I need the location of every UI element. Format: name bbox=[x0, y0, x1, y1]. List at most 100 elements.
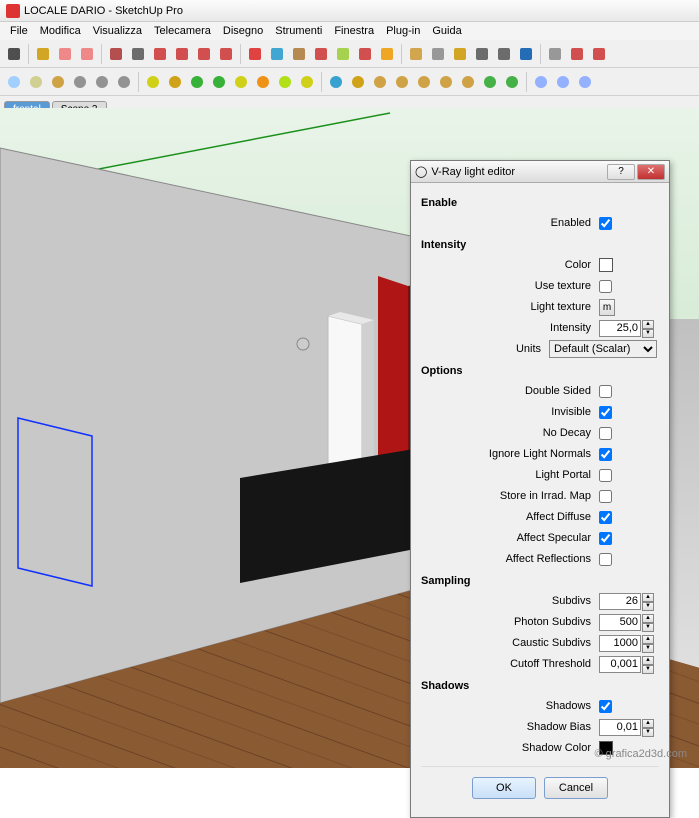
select-icon[interactable] bbox=[4, 44, 24, 64]
window-title: LOCALE DARIO - SketchUp Pro bbox=[24, 5, 183, 17]
hat-icon[interactable] bbox=[392, 72, 412, 92]
rt-icon[interactable] bbox=[209, 72, 229, 92]
help-button[interactable]: ? bbox=[607, 164, 635, 180]
axes-icon[interactable] bbox=[406, 44, 426, 64]
move-icon[interactable] bbox=[245, 44, 265, 64]
hat-icon[interactable] bbox=[370, 72, 390, 92]
followme-icon[interactable] bbox=[355, 44, 375, 64]
cutoff-spinner[interactable]: ▲▼ bbox=[642, 656, 654, 673]
units-select[interactable]: Default (Scalar) bbox=[549, 340, 657, 358]
section-shadows: Shadows bbox=[421, 680, 659, 692]
dialog-titlebar[interactable]: ◯ V-Ray light editor ? ✕ bbox=[411, 161, 669, 183]
menu-plugin[interactable]: Plug-in bbox=[380, 23, 426, 39]
use-texture-checkbox[interactable] bbox=[599, 280, 612, 293]
enabled-checkbox[interactable] bbox=[599, 217, 612, 230]
tape-icon[interactable] bbox=[428, 44, 448, 64]
eraser-icon[interactable] bbox=[55, 44, 75, 64]
scale-icon[interactable] bbox=[289, 44, 309, 64]
plugin-icon[interactable] bbox=[589, 44, 609, 64]
rotate-icon[interactable] bbox=[267, 44, 287, 64]
toolbar-secondary bbox=[0, 68, 699, 96]
freehand-icon[interactable] bbox=[216, 44, 236, 64]
walk-icon[interactable] bbox=[516, 44, 536, 64]
line-icon[interactable] bbox=[128, 44, 148, 64]
shadow-bias-spinner[interactable]: ▲▼ bbox=[642, 719, 654, 736]
cutoff-threshold-input[interactable] bbox=[599, 656, 641, 673]
menu-strumenti[interactable]: Strumenti bbox=[269, 23, 328, 39]
menu-visualizza[interactable]: Visualizza bbox=[87, 23, 148, 39]
r-icon[interactable] bbox=[187, 72, 207, 92]
arc-icon[interactable] bbox=[172, 44, 192, 64]
m-icon[interactable] bbox=[165, 72, 185, 92]
color-label: Color bbox=[421, 259, 599, 271]
front-icon[interactable] bbox=[553, 72, 573, 92]
undo-icon[interactable] bbox=[92, 72, 112, 92]
text3d-icon[interactable] bbox=[494, 44, 514, 64]
shadow-bias-label: Shadow Bias bbox=[421, 721, 599, 733]
plugin-icon[interactable] bbox=[567, 44, 587, 64]
menu-finestra[interactable]: Finestra bbox=[328, 23, 380, 39]
arrow-icon[interactable] bbox=[326, 72, 346, 92]
menu-modifica[interactable]: Modifica bbox=[34, 23, 87, 39]
open-icon[interactable] bbox=[26, 72, 46, 92]
hat-icon[interactable] bbox=[436, 72, 456, 92]
arc2-icon[interactable] bbox=[194, 44, 214, 64]
subdivs-input[interactable] bbox=[599, 593, 641, 610]
photon-spinner[interactable]: ▲▼ bbox=[642, 614, 654, 631]
cancel-button[interactable]: Cancel bbox=[544, 777, 608, 799]
pencil-icon[interactable] bbox=[106, 44, 126, 64]
sphere-y-icon[interactable] bbox=[297, 72, 317, 92]
dimension-icon[interactable] bbox=[450, 44, 470, 64]
affect-diffuse-checkbox[interactable] bbox=[599, 511, 612, 524]
xray-icon[interactable] bbox=[348, 72, 368, 92]
shadow-color-label: Shadow Color bbox=[421, 742, 599, 754]
hat-icon[interactable] bbox=[414, 72, 434, 92]
store-irrad-checkbox[interactable] bbox=[599, 490, 612, 503]
no-decay-checkbox[interactable] bbox=[599, 427, 612, 440]
home-icon[interactable] bbox=[70, 72, 90, 92]
subdivs-spinner[interactable]: ▲▼ bbox=[642, 593, 654, 610]
ok-button[interactable]: OK bbox=[472, 777, 536, 799]
color-swatch[interactable] bbox=[599, 258, 613, 272]
light-portal-checkbox[interactable] bbox=[599, 469, 612, 482]
tree-icon[interactable] bbox=[502, 72, 522, 92]
top-icon[interactable] bbox=[575, 72, 595, 92]
redo-icon[interactable] bbox=[114, 72, 134, 92]
section-icon[interactable] bbox=[377, 44, 397, 64]
menu-guida[interactable]: Guida bbox=[426, 23, 467, 39]
affect-reflections-checkbox[interactable] bbox=[599, 553, 612, 566]
intensity-label: Intensity bbox=[421, 322, 599, 334]
menu-disegno[interactable]: Disegno bbox=[217, 23, 269, 39]
sphere-o-icon[interactable] bbox=[253, 72, 273, 92]
offset-icon[interactable] bbox=[311, 44, 331, 64]
intensity-input[interactable] bbox=[599, 320, 641, 337]
protractor-icon[interactable] bbox=[150, 44, 170, 64]
close-button[interactable]: ✕ bbox=[637, 164, 665, 180]
sphere-l-icon[interactable] bbox=[275, 72, 295, 92]
ignore-normals-checkbox[interactable] bbox=[599, 448, 612, 461]
eraser-icon[interactable] bbox=[77, 44, 97, 64]
menu-telecamera[interactable]: Telecamera bbox=[148, 23, 217, 39]
save-icon[interactable] bbox=[48, 72, 68, 92]
light-texture-button[interactable]: m bbox=[599, 299, 615, 316]
pushpull-icon[interactable] bbox=[333, 44, 353, 64]
look-icon[interactable] bbox=[545, 44, 565, 64]
iso-icon[interactable] bbox=[531, 72, 551, 92]
shadow-bias-input[interactable] bbox=[599, 719, 641, 736]
menu-file[interactable]: File bbox=[4, 23, 34, 39]
intensity-spinner[interactable]: ▲▼ bbox=[642, 320, 654, 337]
caustic-spinner[interactable]: ▲▼ bbox=[642, 635, 654, 652]
hat-icon[interactable] bbox=[458, 72, 478, 92]
text-icon[interactable] bbox=[472, 44, 492, 64]
tree-icon[interactable] bbox=[480, 72, 500, 92]
affect-specular-checkbox[interactable] bbox=[599, 532, 612, 545]
m-icon[interactable] bbox=[143, 72, 163, 92]
caustic-subdivs-input[interactable] bbox=[599, 635, 641, 652]
invisible-checkbox[interactable] bbox=[599, 406, 612, 419]
photon-subdivs-input[interactable] bbox=[599, 614, 641, 631]
sphere-y-icon[interactable] bbox=[231, 72, 251, 92]
shadows-checkbox[interactable] bbox=[599, 700, 612, 713]
double-sided-checkbox[interactable] bbox=[599, 385, 612, 398]
paintbucket-icon[interactable] bbox=[33, 44, 53, 64]
new-icon[interactable] bbox=[4, 72, 24, 92]
